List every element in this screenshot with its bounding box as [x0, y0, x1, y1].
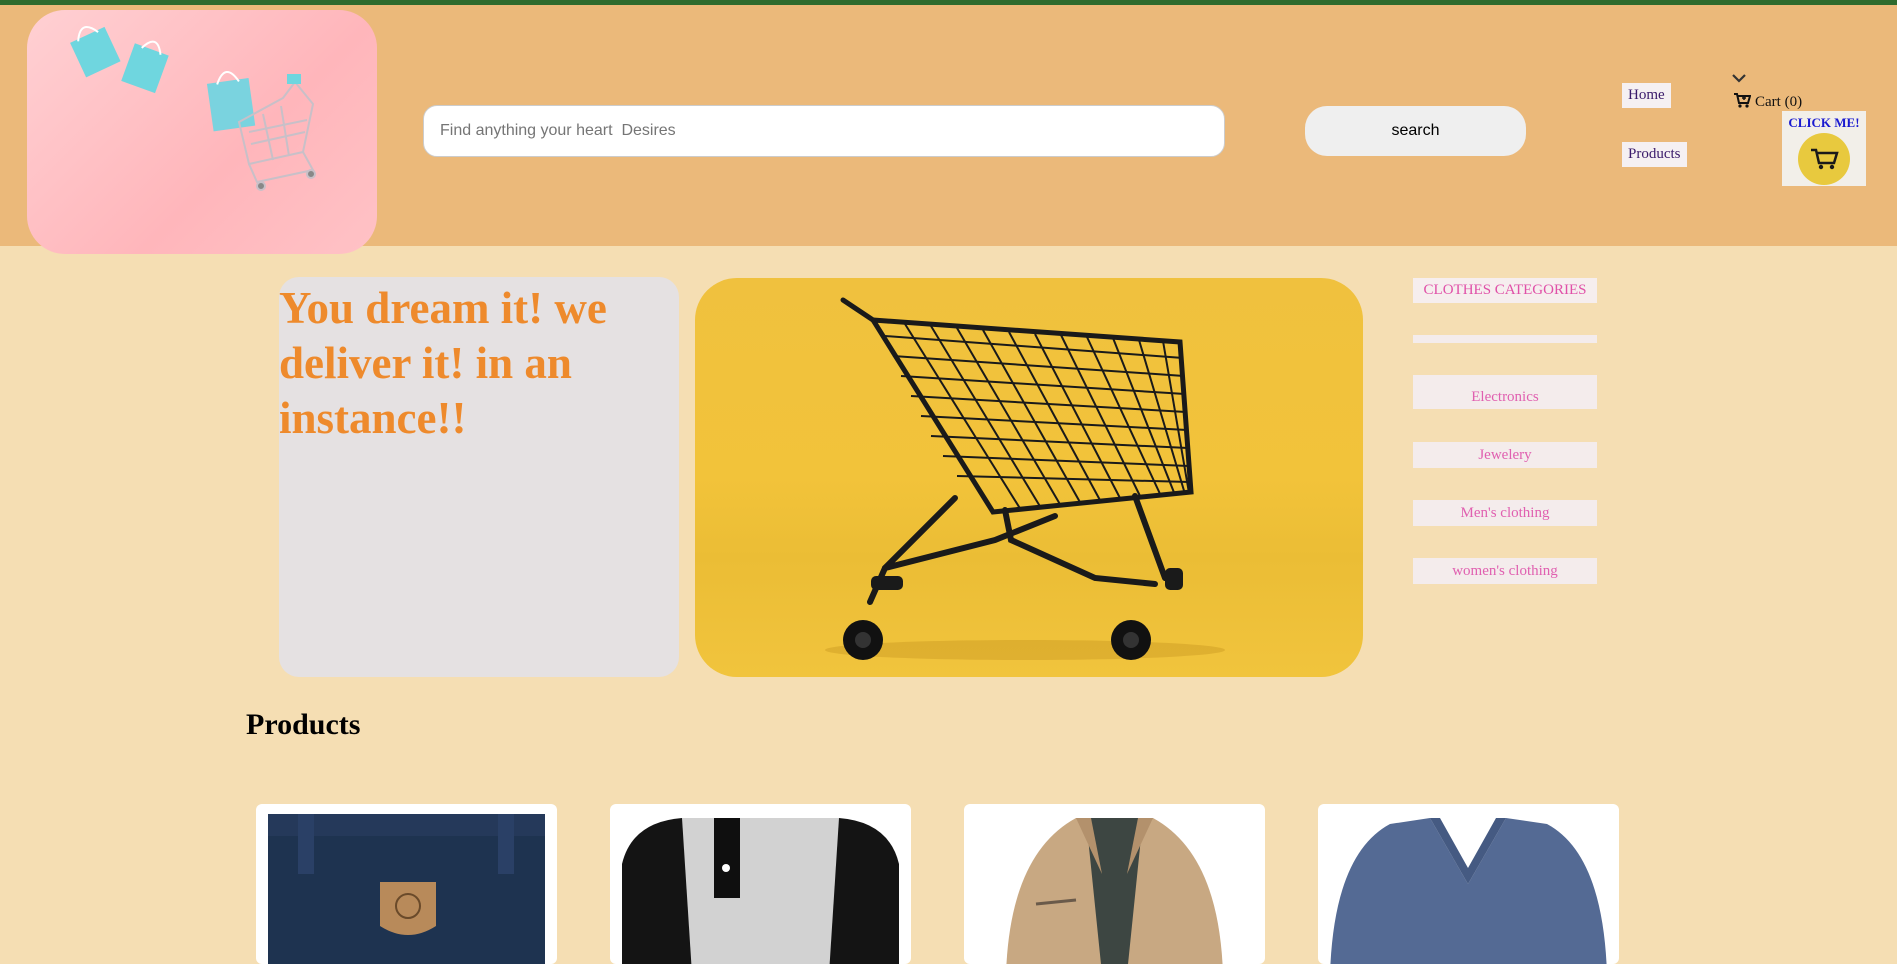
shopping-logo[interactable] [27, 10, 377, 254]
category-womens-clothing-button[interactable]: women's clothing [1413, 558, 1597, 584]
product-card-v-neck-shirt[interactable] [1318, 804, 1619, 964]
cart-icon [1733, 92, 1752, 113]
hero-shopping-cart-image [695, 278, 1363, 677]
backpack-image [268, 814, 545, 964]
search-button[interactable]: search [1305, 106, 1526, 156]
click-me-label: CLICK ME! [1788, 115, 1860, 130]
nav-home-link[interactable]: Home [1622, 83, 1671, 108]
raglan-shirt-image [622, 818, 899, 964]
chevron-down-icon[interactable] [1731, 71, 1747, 89]
products-heading: Products [246, 708, 361, 741]
category-jewelery-button[interactable]: Jewelery [1413, 442, 1597, 468]
category-mens-clothing-button[interactable]: Men's clothing [1413, 500, 1597, 526]
click-me-cart-widget[interactable]: CLICK ME! [1782, 111, 1866, 186]
v-neck-shirt-image [1330, 818, 1607, 964]
product-card-jacket[interactable] [964, 804, 1265, 964]
product-card-backpack[interactable] [256, 804, 557, 964]
hero-tagline-panel: You dream it! we deliver it! in an insta… [279, 277, 679, 677]
category-divider [1413, 335, 1597, 343]
cart-count-label: Cart (0) [1755, 94, 1803, 110]
clothes-categories-title: CLOTHES CATEGORIES [1413, 278, 1597, 303]
product-card-raglan-shirt[interactable] [610, 804, 911, 964]
cart-link[interactable]: Cart (0) [1733, 92, 1802, 113]
hero-tagline: You dream it! we deliver it! in an insta… [279, 283, 607, 443]
category-electronics-button[interactable]: Electronics [1413, 375, 1597, 409]
search-input[interactable] [423, 105, 1225, 157]
jacket-image [1006, 818, 1223, 964]
nav-products-link[interactable]: Products [1622, 142, 1687, 167]
shopping-cart-illustration [825, 297, 1225, 660]
cart-icon [1798, 133, 1850, 185]
shopping-bags-cart-illustration [70, 26, 316, 191]
site-header: search Home Products Cart (0) CLICK ME! [0, 5, 1897, 254]
